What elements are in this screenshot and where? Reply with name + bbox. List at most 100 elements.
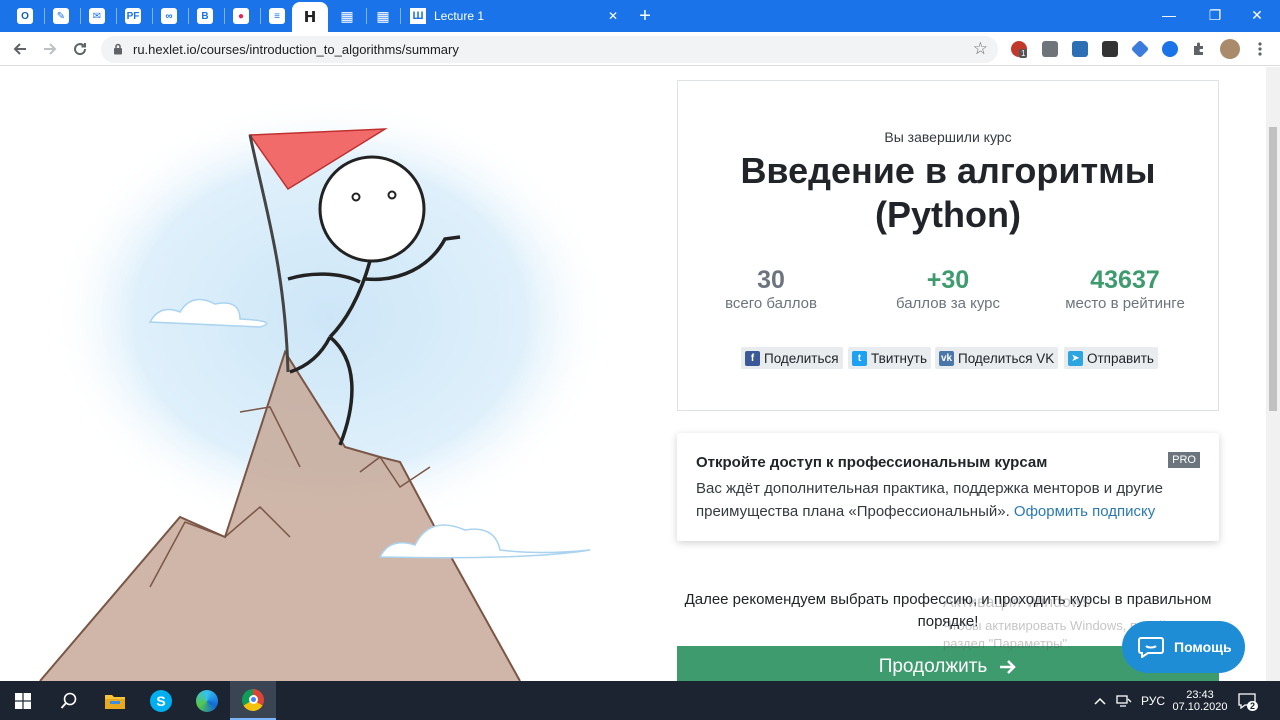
extension-icon-5[interactable] <box>1130 39 1150 59</box>
mail-icon: ✉ <box>89 8 105 24</box>
grid-icon: ▦ <box>376 7 390 24</box>
pro-badge: PRO <box>1168 452 1200 468</box>
scrollbar-thumb[interactable] <box>1269 127 1277 411</box>
outlook-icon: O <box>17 8 33 24</box>
stat-value: 30 <box>757 266 785 294</box>
tab-b[interactable]: B <box>188 0 222 32</box>
tab-outlook[interactable]: O <box>8 0 42 32</box>
tab-grid-1[interactable]: ▦ <box>330 0 364 32</box>
browser-menu-icon[interactable] <box>1247 37 1273 61</box>
minimize-button[interactable]: — <box>1146 0 1192 30</box>
edge-button[interactable] <box>184 681 230 720</box>
extension-icon-6[interactable] <box>1162 41 1178 57</box>
tab-pf[interactable]: PF <box>116 0 150 32</box>
network-icon[interactable] <box>1116 681 1132 720</box>
search-button[interactable] <box>46 681 92 720</box>
extension-icon-2[interactable] <box>1042 41 1058 57</box>
continue-label: Продолжить <box>878 656 988 677</box>
pro-upsell-card: Откройте доступ к профессиональным курса… <box>677 433 1219 541</box>
arrow-left-icon <box>13 43 26 55</box>
leaf-icon: ✎ <box>53 8 69 24</box>
reload-button[interactable] <box>67 37 93 61</box>
share-label: Поделиться <box>764 350 839 366</box>
skype-button[interactable]: S <box>138 681 184 720</box>
tab-separator <box>188 8 189 24</box>
language-indicator[interactable]: РУС <box>1141 681 1165 720</box>
chrome-icon <box>242 688 264 711</box>
twitter-icon: t <box>852 350 867 366</box>
tab-mail[interactable]: ✉ <box>80 0 114 32</box>
arrow-right-icon <box>1000 660 1017 674</box>
plus-icon: + <box>639 4 651 27</box>
tab-separator <box>44 8 45 24</box>
cube-extension-icon[interactable] <box>1102 41 1118 57</box>
notification-center-button[interactable]: 2 <box>1238 681 1259 720</box>
address-bar[interactable]: ru.hexlet.io/courses/introduction_to_alg… <box>101 36 998 63</box>
maximize-button[interactable]: ❐ <box>1192 0 1238 30</box>
share-button-telegram[interactable]: ➤ Отправить <box>1064 347 1158 369</box>
tab-separator <box>116 8 117 24</box>
share-button-vk[interactable]: vk Поделиться VK <box>935 347 1059 369</box>
tab-lecture-1[interactable]: Ш Lecture 1 ✕ <box>402 0 628 32</box>
windows-activation-title: Активация Windows <box>943 594 1091 611</box>
page-scrollbar[interactable] <box>1266 67 1280 681</box>
start-button[interactable] <box>0 681 46 720</box>
clock-date: 07.10.2020 <box>1172 700 1228 713</box>
tab-hexlet-active[interactable]: Н <box>292 2 328 32</box>
course-title: Введение в алгоритмы (Python) <box>740 150 1156 235</box>
bookmark-star-icon[interactable]: ☆ <box>973 39 988 59</box>
stat-block: +30 баллов за курс <box>858 265 1038 312</box>
facebook-icon: f <box>745 350 760 366</box>
tab-grid-2[interactable]: ▦ <box>366 0 400 32</box>
chat-bubble-icon <box>1138 637 1164 658</box>
help-button[interactable]: Помощь <box>1122 621 1245 673</box>
folder-icon <box>105 694 125 709</box>
share-button-twitter[interactable]: t Твитнуть <box>848 347 931 369</box>
profile-avatar[interactable] <box>1220 39 1240 59</box>
windows-logo-icon <box>15 692 31 709</box>
tab-separator <box>152 8 153 24</box>
skype-icon: S <box>150 689 172 712</box>
link-icon: ∞ <box>161 8 177 24</box>
telegram-icon: ➤ <box>1068 350 1083 366</box>
new-tab-button[interactable]: + <box>632 0 658 32</box>
back-button[interactable] <box>7 37 33 61</box>
stat-block: 43637 место в рейтинге <box>1035 265 1215 312</box>
stat-label: всего баллов <box>725 295 817 312</box>
chrome-button[interactable] <box>230 681 276 720</box>
vk-icon: vk <box>939 350 954 366</box>
clock-time: 23:43 <box>1186 688 1214 701</box>
tray-overflow-icon[interactable] <box>1094 681 1106 720</box>
notification-count: 2 <box>1247 701 1259 711</box>
close-window-button[interactable]: ✕ <box>1234 0 1280 30</box>
tab-separator <box>260 8 261 24</box>
share-label: Твитнуть <box>871 350 927 366</box>
stat-label: место в рейтинге <box>1065 295 1185 312</box>
file-explorer-button[interactable] <box>92 681 138 720</box>
tab-leaf[interactable]: ✎ <box>44 0 78 32</box>
extension-icon-3[interactable] <box>1072 41 1088 57</box>
course-summary-card: Вы завершили курс Введение в алгоритмы (… <box>677 80 1219 411</box>
lecture-icon: Ш <box>410 8 426 24</box>
url-text: ru.hexlet.io/courses/introduction_to_alg… <box>133 42 459 57</box>
b-icon: B <box>197 8 213 24</box>
clock[interactable]: 23:43 07.10.2020 <box>1172 681 1228 720</box>
stat-block: 30 всего баллов <box>681 265 861 312</box>
tab-docs[interactable]: ≡ <box>260 0 294 32</box>
forward-button[interactable] <box>37 37 63 61</box>
tab-link[interactable]: ∞ <box>152 0 186 32</box>
close-tab-icon[interactable]: ✕ <box>608 9 618 23</box>
page-content: Вы завершили курс Введение в алгоритмы (… <box>0 67 1266 681</box>
stat-value: +30 <box>926 266 970 294</box>
pro-title: Откройте доступ к профессиональным курса… <box>696 454 1048 471</box>
grid-icon: ▦ <box>340 7 354 24</box>
extensions-puzzle-icon[interactable] <box>1186 37 1212 61</box>
stat-value: 43637 <box>1090 266 1160 294</box>
tab-separator <box>224 8 225 24</box>
share-button-facebook[interactable]: f Поделиться <box>741 347 843 369</box>
subscribe-link[interactable]: Оформить подписку <box>1014 503 1155 520</box>
share-label: Поделиться VK <box>958 350 1055 366</box>
pin-icon: ● <box>233 8 249 24</box>
adblock-icon[interactable]: 1 <box>1011 41 1028 58</box>
tab-pin[interactable]: ● <box>224 0 258 32</box>
